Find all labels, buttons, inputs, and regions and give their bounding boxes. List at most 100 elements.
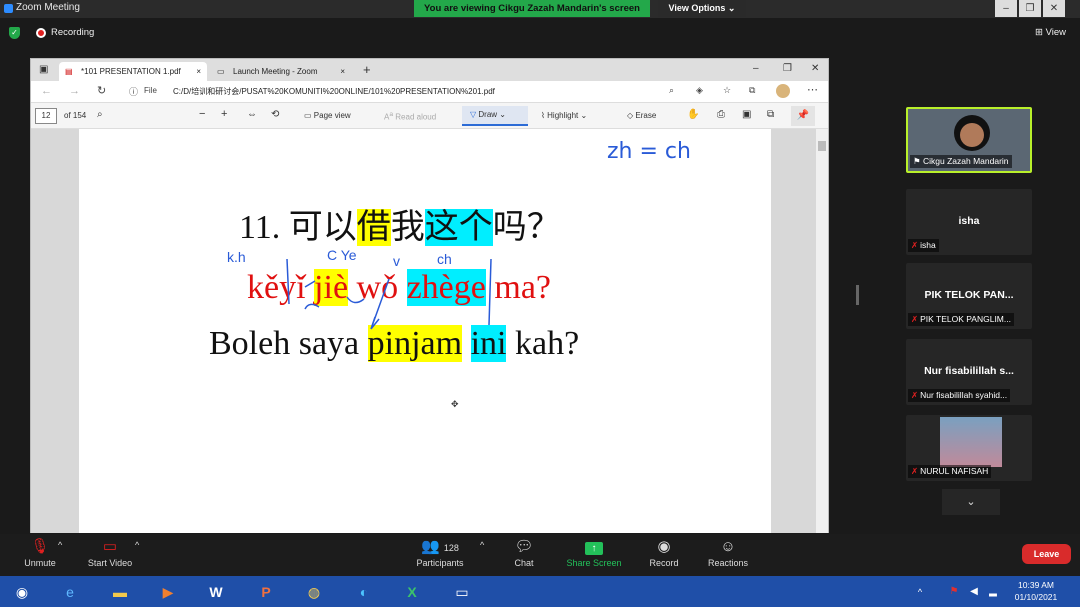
participant-name: PIK TELOK PAN... [924,289,1014,301]
page-view-button[interactable]: ▭ Page view [304,111,351,120]
muted-mic-icon: ✗ [911,466,919,476]
tab-zoom-launch[interactable]: ▭ Launch Meeting - Zoom × [211,62,351,81]
tab-close-icon[interactable]: × [196,62,201,81]
participant-label: ⚑ Cikgu Zazah Mandarin [910,155,1012,168]
scroll-down-chevron-icon[interactable]: ⌄ [942,489,1000,515]
minimize-button[interactable]: – [995,0,1017,17]
file-explorer-icon[interactable]: ▬ [100,579,140,605]
participant-tile[interactable]: PIK TELOK PAN... ✗ PIK TELOK PANGLIM... [906,263,1032,329]
favorite-icon[interactable]: ☆ [723,85,731,96]
tab-close-icon[interactable]: × [340,62,345,81]
pdf-viewer[interactable]: 11. 可以借我这个吗？ kěyǐ jiè wǒ zhège ma? Boleh… [31,129,828,533]
print-icon[interactable]: ⎙ [717,109,725,120]
fit-page-icon[interactable]: ⇔ [247,109,257,120]
tab-pdf[interactable]: ▤ *101 PRESENTATION 1.pdf × [59,62,207,81]
participants-count: 128 [443,543,459,553]
media-player-icon[interactable]: ▶ [148,579,188,605]
draw-button[interactable]: ▽ Draw ⌄ [462,106,528,126]
search-icon[interactable]: ⌕ [97,109,103,120]
unmute-button[interactable]: 🎙︎ Unmute [0,534,80,576]
pdf-scrollbar[interactable] [816,129,828,533]
view-options-button[interactable]: View Options ⌄ [658,0,746,17]
browser-minimize-icon[interactable]: – [753,63,759,74]
participants-button[interactable]: 👥 128 Participants [400,534,480,576]
touch-write-icon[interactable]: ✋ [687,109,699,120]
zoom-in-icon[interactable]: + [221,108,227,120]
excel-icon[interactable]: X [392,579,432,605]
participant-tile-active-speaker[interactable]: ⚑ Cikgu Zazah Mandarin [906,107,1032,173]
tray-volume-icon[interactable]: ◀ [966,579,982,605]
security-shield-icon: ✓ [9,27,20,39]
participant-tile[interactable]: isha ✗ isha [906,189,1032,255]
chat-icon: 💬︎ [514,538,534,555]
zoom-taskbar-icon[interactable]: ▭ [442,579,482,605]
participant-tile[interactable]: ✗ NURUL NAFISAH [906,415,1032,481]
chrome-icon[interactable]: ◍ [294,579,334,605]
leave-button[interactable]: Leave [1022,544,1071,564]
highlight-button[interactable]: ⌇ Highlight ⌄ [541,111,587,120]
share-screen-label: Share Screen [566,558,622,568]
zoom-magnifier-icon[interactable]: ⌕ [669,85,674,96]
save-as-icon[interactable]: ⧉ [767,109,774,120]
recording-dot-icon [36,28,46,38]
page-number-input[interactable]: 12 [35,108,57,124]
taskbar-clock[interactable]: 10:39 AM 01/10/2021 [1006,579,1066,603]
back-icon[interactable]: ← [41,85,52,97]
chat-button[interactable]: 💬︎ Chat [484,534,564,576]
participant-label: ✗ Nur fisabilillah syahid... [908,389,1011,402]
tray-signal-icon[interactable]: ▂ [984,579,1002,605]
edge-icon[interactable]: ◐ [344,579,384,605]
recording-label[interactable]: Recording [51,27,94,38]
internet-explorer-icon[interactable]: e [50,579,90,605]
rotate-icon[interactable]: ⟲ [271,109,279,120]
page-total: of 154 [64,111,87,120]
video-options-chevron-icon[interactable]: ^ [135,540,139,550]
more-menu-icon[interactable]: ⋯ [807,83,818,96]
pin-icon: ⚑ [913,156,921,166]
erase-label: Erase [635,111,657,120]
powerpoint-icon[interactable]: P [246,579,286,605]
new-tab-icon[interactable]: + [363,62,371,77]
erase-button[interactable]: ◇ Erase [627,111,656,120]
scrollbar-thumb[interactable] [818,141,826,151]
forward-icon[interactable]: → [69,85,80,97]
collections-icon[interactable]: ⧉ [749,85,755,96]
save-icon[interactable]: ▣ [742,109,751,120]
profile-avatar[interactable] [776,84,790,98]
draw-label: Draw [478,110,498,119]
panel-resize-handle[interactable] [856,285,859,305]
meeting-toolbar: 🎙︎ Unmute ^ ▭ Start Video ^ 👥 128 Participa… [0,534,1080,576]
restore-button[interactable]: ❐ [1019,0,1041,17]
word-icon[interactable]: W [196,579,236,605]
tray-network-icon[interactable]: ⚑ [944,579,964,605]
address-bar: ← → ↻ ⓘ File C:/D/培训和研讨会/PUSAT%20KOMUNIT… [31,81,828,103]
participant-tile[interactable]: Nur fisabilillah s... ✗ Nur fisabilillah … [906,339,1032,405]
share-screen-button[interactable]: ↑ Share Screen [554,534,634,576]
start-button-icon[interactable]: ◉ [2,579,42,605]
url-field[interactable]: C:/D/培训和研讨会/PUSAT%20KOMUNITI%20ONLINE/10… [173,86,495,97]
participant-label: ✗ NURUL NAFISAH [908,465,992,478]
tab-zoom-label: Launch Meeting - Zoom [233,67,318,76]
audio-options-chevron-icon[interactable]: ^ [58,540,62,550]
browser-restore-icon[interactable]: ❐ [783,63,792,74]
info-icon: ⓘ [129,87,139,97]
read-mode-icon[interactable]: ◈ [696,85,703,96]
cursor-icon: ✥ [451,399,459,409]
pin-toolbar-icon[interactable]: 📌 [791,106,815,126]
browser-close-icon[interactable]: ✕ [811,63,819,74]
viewing-banner: You are viewing Cikgu Zazah Mandarin's s… [414,0,650,17]
record-label: Record [649,558,679,568]
participants-panel: ⚑ Cikgu Zazah Mandarin isha ✗ isha PIK TE… [856,45,1080,530]
highlight-label: Highlight [547,111,579,120]
muted-mic-icon: ✗ [911,390,919,400]
draw-pen-icon: ▽ [470,110,477,119]
view-button[interactable]: ⊞ View [1035,27,1066,38]
zoom-out-icon[interactable]: − [199,108,205,120]
close-window-button[interactable]: ✕ [1043,0,1065,17]
tray-expand-icon[interactable]: ^ [910,579,930,605]
read-aloud-button[interactable]: Aa Read aloud [384,111,436,122]
muted-mic-icon: 🎙︎ [30,538,50,555]
refresh-icon[interactable]: ↻ [97,84,106,97]
reactions-button[interactable]: ☺ Reactions [688,534,768,576]
tab-actions-icon[interactable]: ▣ [39,64,48,75]
